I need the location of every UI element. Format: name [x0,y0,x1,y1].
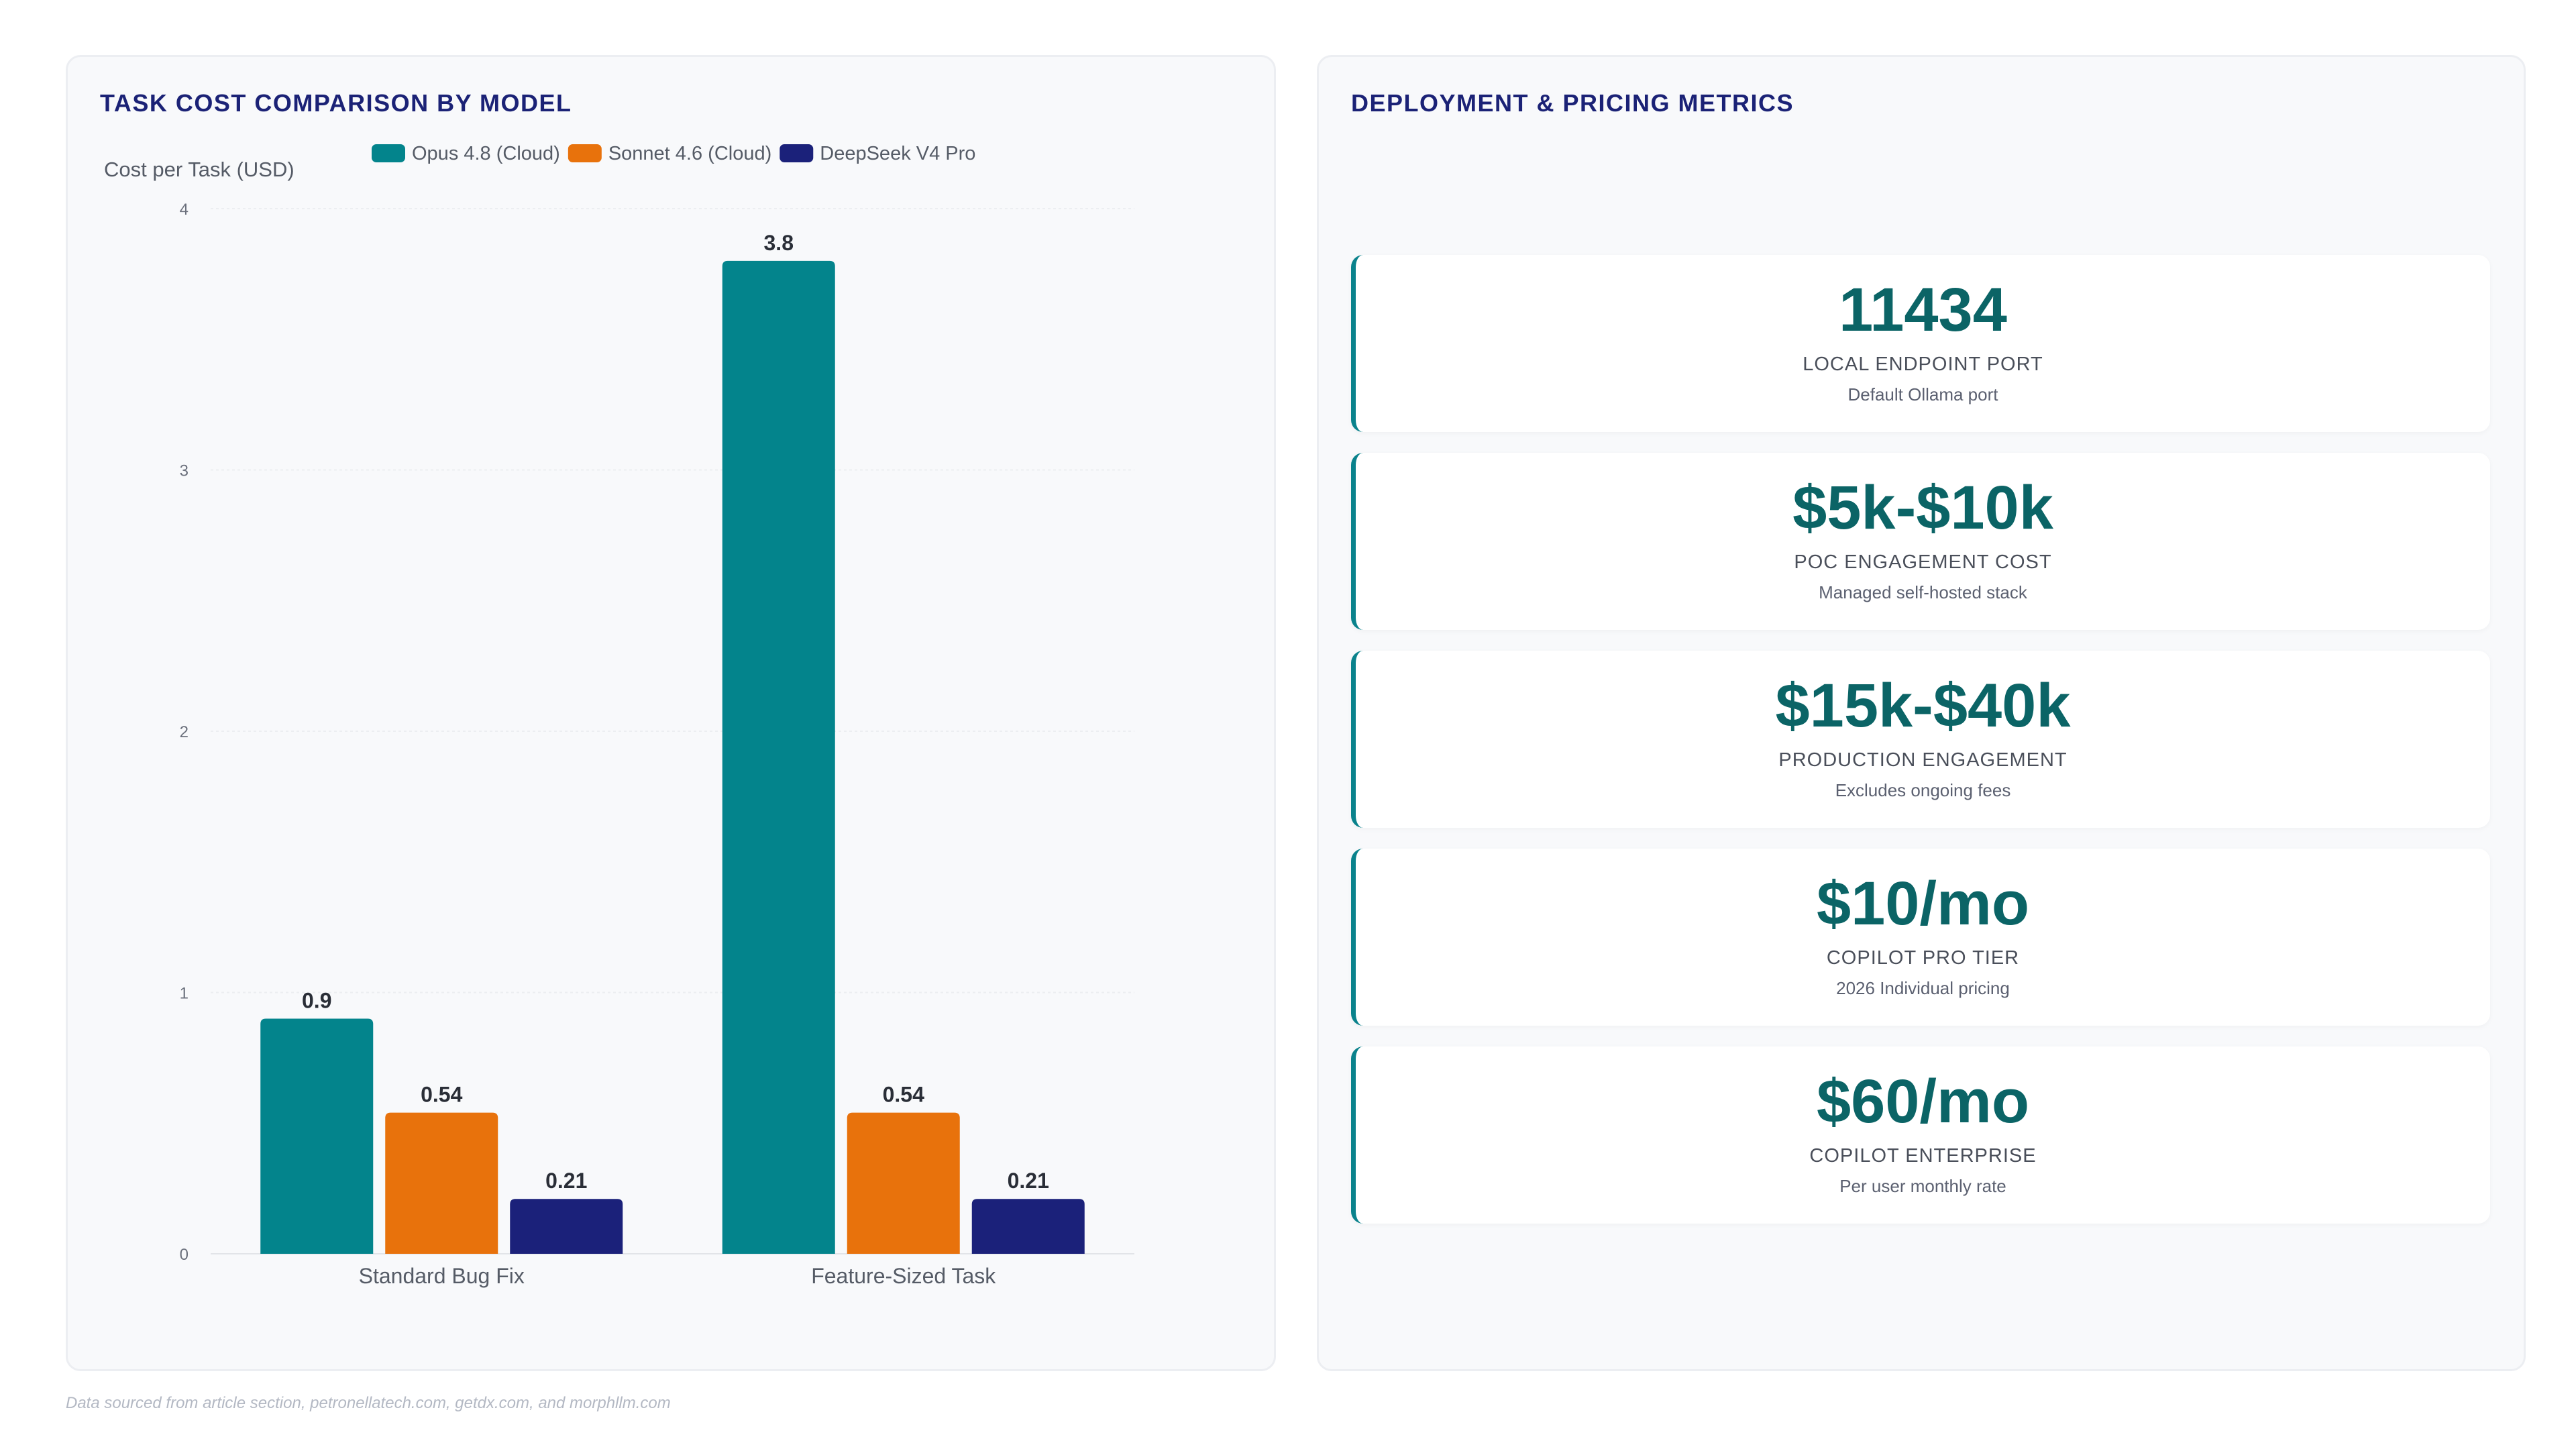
bar-chart: Cost per Task (USD) 0 1 2 3 4 Opus 4.8 (Cloud)… [104,143,1134,1288]
metric-subtext: Default Ollama port [1847,384,1998,405]
metric-label: COPILOT PRO TIER [1826,947,2020,969]
metric-card-copilot-pro: $10/mo COPILOT PRO TIER 2026 Individual … [1351,849,2490,1026]
legend-swatch [372,144,405,162]
bar [510,1199,623,1254]
metric-label: PRODUCTION ENGAGEMENT [1778,749,2068,771]
metric-value: 11434 [1839,276,2007,344]
legend-swatch [568,144,602,162]
legend-label: DeepSeek V4 Pro [820,143,975,164]
bar-value-label: 0.21 [1008,1169,1049,1193]
metric-card-poc-cost: $5k-$10k POC ENGAGEMENT COST Managed sel… [1351,453,2490,630]
bar [385,1112,498,1254]
metric-value: $15k-$40k [1775,672,2071,740]
metrics-panel: DEPLOYMENT & PRICING METRICS 11434 LOCAL… [1317,55,2526,1371]
metric-value: $60/mo [1816,1067,2030,1136]
bar-value-label: 0.9 [302,988,331,1012]
bar [722,260,835,1254]
y-tick-label: 3 [180,462,189,480]
bar [971,1199,1085,1254]
bar-value-label: 0.54 [421,1083,462,1107]
bar-value-label: 3.8 [764,231,794,255]
metric-card-endpoint-port: 11434 LOCAL ENDPOINT PORT Default Ollama… [1351,255,2490,432]
metric-value: $5k-$10k [1792,474,2053,542]
legend-swatch [780,144,814,162]
legend-label: Opus 4.8 (Cloud) [412,143,560,164]
metric-subtext: Per user monthly rate [1839,1176,2006,1196]
metric-subtext: 2026 Individual pricing [1836,978,2010,998]
metric-value: $10/mo [1816,869,2030,938]
source-footnote: Data sourced from article section, petro… [66,1394,671,1412]
metric-label: LOCAL ENDPOINT PORT [1803,354,2043,375]
bar-value-label: 0.21 [545,1169,587,1193]
y-tick-label: 4 [180,201,189,219]
metrics-title: DEPLOYMENT & PRICING METRICS [1351,89,1794,117]
legend-label: Sonnet 4.6 (Cloud) [608,143,771,164]
bar [260,1018,374,1254]
bar [847,1112,960,1254]
x-tick-label: Feature-Sized Task [811,1264,996,1288]
x-tick-label: Standard Bug Fix [359,1264,525,1288]
y-tick-label: 1 [180,985,189,1003]
bar-value-label: 0.54 [883,1083,924,1107]
metric-subtext: Excludes ongoing fees [1835,780,2011,800]
metric-card-copilot-enterprise: $60/mo COPILOT ENTERPRISE Per user month… [1351,1046,2490,1224]
metric-subtext: Managed self-hosted stack [1819,582,2027,602]
chart-panel: TASK COST COMPARISON BY MODEL Cost per T… [66,55,1276,1371]
metric-label: COPILOT ENTERPRISE [1809,1145,2037,1167]
y-axis-label: Cost per Task (USD) [104,158,294,181]
metric-card-production-engagement: $15k-$40k PRODUCTION ENGAGEMENT Excludes… [1351,651,2490,828]
y-tick-label: 2 [180,723,189,741]
y-tick-label: 0 [180,1246,189,1264]
metric-label: POC ENGAGEMENT COST [1794,551,2052,573]
